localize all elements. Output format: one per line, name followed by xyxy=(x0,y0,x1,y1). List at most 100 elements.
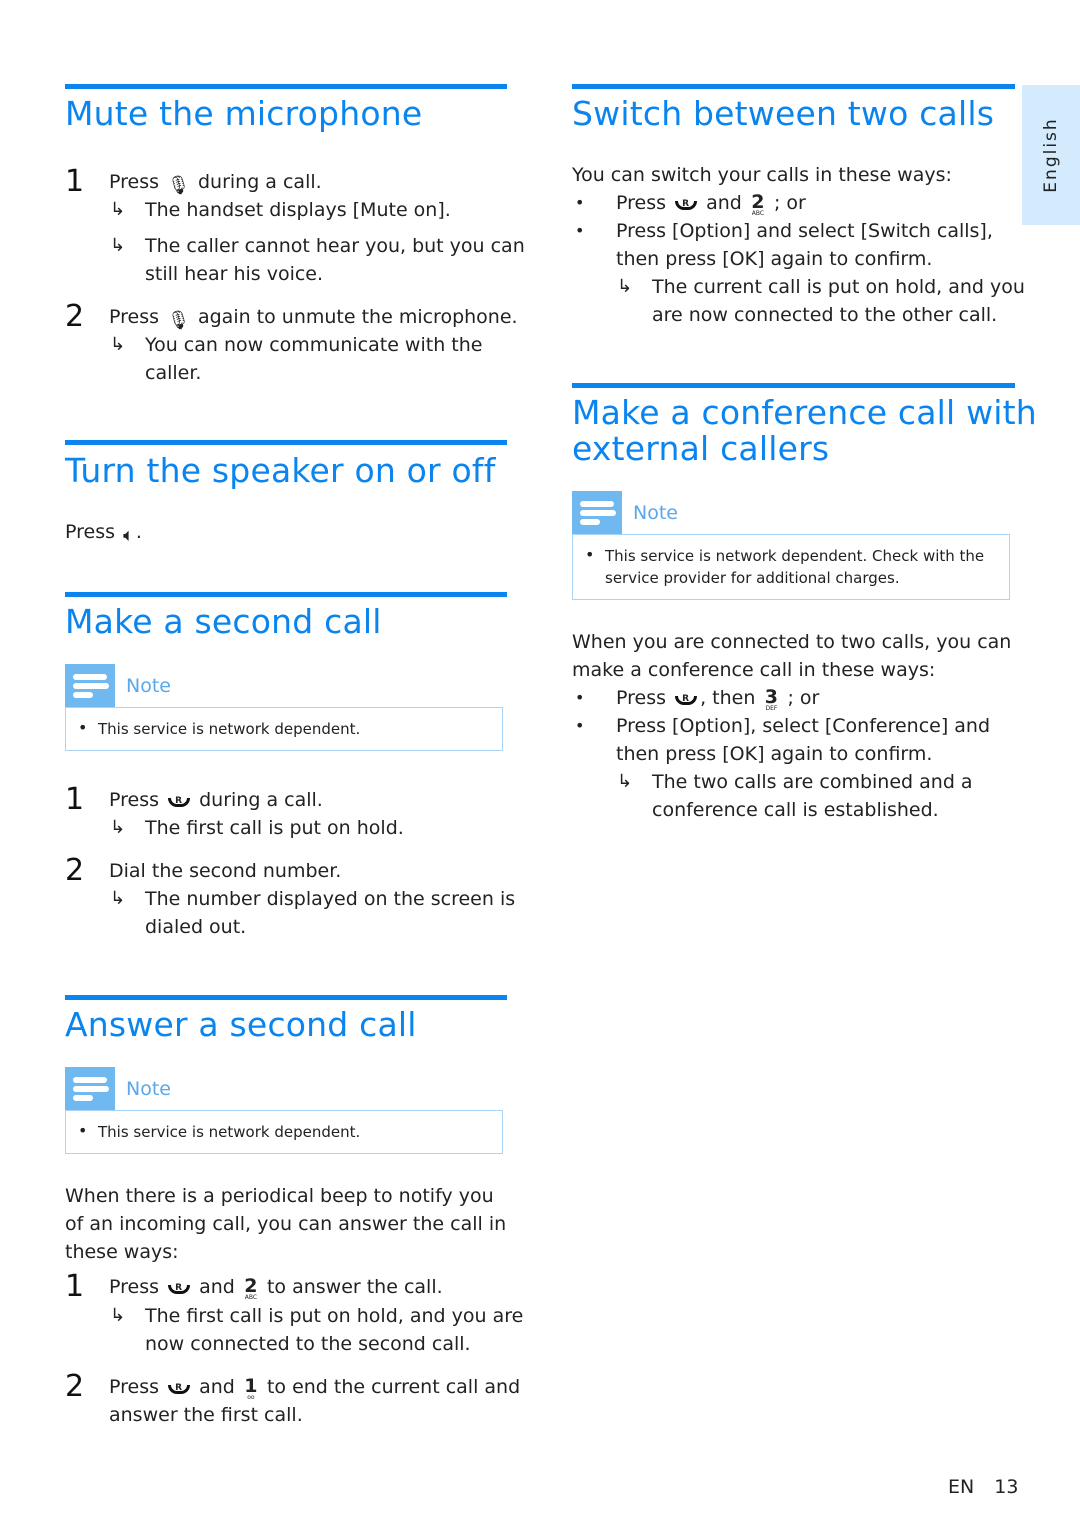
step-text: Press R and 1 oo to end the current call … xyxy=(109,1373,520,1401)
section-title: Mute the microphone xyxy=(65,94,423,133)
text: Press xyxy=(109,1376,160,1398)
text: and xyxy=(199,1276,235,1298)
bullet: • xyxy=(575,716,585,735)
text: and xyxy=(706,192,742,214)
bullet-text: Press R, then 3 DEF ; or xyxy=(616,684,819,712)
result-arrow-icon: ↳ xyxy=(110,817,126,838)
note-label: Note xyxy=(633,502,678,524)
intro-text: these ways: xyxy=(65,1241,179,1263)
recall-R-key-icon: R xyxy=(674,688,698,706)
key-1-voicemail-icon: 1 oo xyxy=(244,1375,258,1401)
recall-R-key-icon: R xyxy=(674,193,698,211)
result-text: still hear his voice. xyxy=(145,263,324,285)
result-text: The caller cannot hear you, but you can xyxy=(145,235,525,257)
section-rule xyxy=(572,84,1015,89)
note-icon xyxy=(65,664,115,707)
text: Press xyxy=(616,687,667,709)
note-text: This service is network dependent. Check… xyxy=(605,547,985,565)
language-tab: English xyxy=(1022,85,1080,225)
section-rule xyxy=(65,995,507,1000)
section-rule xyxy=(572,383,1015,388)
speaker-icon: 🔈︎ xyxy=(123,525,134,546)
result-text: caller. xyxy=(145,362,202,384)
section-title: Answer a second call xyxy=(65,1005,417,1044)
step-text: Dial the second number. xyxy=(109,860,342,882)
section-rule xyxy=(65,440,507,445)
text: ; or xyxy=(773,192,806,214)
text: Press xyxy=(109,171,160,193)
step-number: 2 xyxy=(65,299,85,334)
text: during a call. xyxy=(199,789,323,811)
text: Press xyxy=(616,192,667,214)
step-text: Press R and 2 ABC to answer the call. xyxy=(109,1273,443,1301)
bullet-text: then press [OK] again to confirm. xyxy=(616,743,933,765)
text: Press xyxy=(65,521,116,543)
result-text: are now connected to the other call. xyxy=(652,304,998,326)
text: to end the current call and xyxy=(266,1376,521,1398)
note-label: Note xyxy=(126,1078,171,1100)
text: during a call. xyxy=(197,171,322,193)
section-title: Make a second call xyxy=(65,602,382,641)
text: Press xyxy=(109,306,160,328)
bullet: • xyxy=(78,718,88,737)
section-rule xyxy=(65,592,507,597)
text: again to unmute the microphone. xyxy=(197,306,518,328)
text: ; or xyxy=(787,687,820,709)
bullet-text: Press [Option] and select [Switch calls]… xyxy=(616,220,993,242)
result-text: now connected to the second call. xyxy=(145,1333,471,1355)
recall-R-key-icon: R xyxy=(167,1277,191,1295)
language-code: EN xyxy=(948,1476,975,1498)
note-text: This service is network dependent. xyxy=(98,1123,361,1141)
key-2-ABC-icon: 2 ABC xyxy=(751,191,765,217)
result-arrow-icon: ↳ xyxy=(617,276,633,297)
step-number: 1 xyxy=(65,782,85,817)
result-arrow-icon: ↳ xyxy=(110,1305,126,1326)
key-3-DEF-icon: 3 DEF xyxy=(764,686,779,712)
bullet: • xyxy=(575,688,585,707)
bullet: • xyxy=(575,193,585,212)
step-text: Press R during a call. xyxy=(109,786,323,814)
text: to answer the call. xyxy=(266,1276,443,1298)
bullet: • xyxy=(575,221,585,240)
key-2-ABC-icon: 2 ABC xyxy=(244,1275,258,1301)
result-text: You can now communicate with the xyxy=(145,334,483,356)
result-text: The two calls are combined and a xyxy=(652,771,973,793)
page-number: 13 xyxy=(994,1476,1019,1498)
result-text: The number displayed on the screen is xyxy=(145,888,516,910)
text: Press xyxy=(109,789,160,811)
bullet-text: Press R and 2 ABC ; or xyxy=(616,189,806,217)
text: Press xyxy=(109,1276,160,1298)
section-rule xyxy=(65,84,507,89)
bullet: • xyxy=(78,1121,88,1140)
step-number: 1 xyxy=(65,164,85,199)
result-text: The current call is put on hold, and you xyxy=(652,276,1025,298)
step-number: 2 xyxy=(65,853,85,888)
result-arrow-icon: ↳ xyxy=(110,334,126,355)
result-text: The first call is put on hold. xyxy=(145,817,404,839)
result-text: dialed out. xyxy=(145,916,247,938)
language-label: English xyxy=(1041,117,1061,193)
bullet-text: then press [OK] again to confirm. xyxy=(616,248,933,270)
result-text: conference call is established. xyxy=(652,799,939,821)
result-arrow-icon: ↳ xyxy=(617,771,633,792)
note-label: Note xyxy=(126,675,171,697)
result-text: The first call is put on hold, and you a… xyxy=(145,1305,524,1327)
bullet: • xyxy=(585,545,595,564)
text: . xyxy=(135,521,142,543)
step-number: 1 xyxy=(65,1269,85,1304)
text: , then xyxy=(700,687,756,709)
text: and xyxy=(199,1376,235,1398)
result-arrow-icon: ↳ xyxy=(110,199,126,220)
section-title: Switch between two calls xyxy=(572,94,995,133)
intro-text: When there is a periodical beep to notif… xyxy=(65,1185,494,1207)
section-title: Make a conference call with xyxy=(572,393,1037,432)
note-icon xyxy=(65,1067,115,1110)
note-text: service provider for additional charges. xyxy=(605,569,900,587)
bullet-text: Press [Option], select [Conference] and xyxy=(616,715,991,737)
step-text: answer the first call. xyxy=(109,1404,303,1426)
intro-text: When you are connected to two calls, you… xyxy=(572,631,1012,653)
page-footer: EN 13 xyxy=(948,1476,1018,1498)
intro-text: You can switch your calls in these ways: xyxy=(572,164,952,186)
recall-R-key-icon: R xyxy=(167,790,191,808)
recall-R-key-icon: R xyxy=(167,1377,191,1395)
